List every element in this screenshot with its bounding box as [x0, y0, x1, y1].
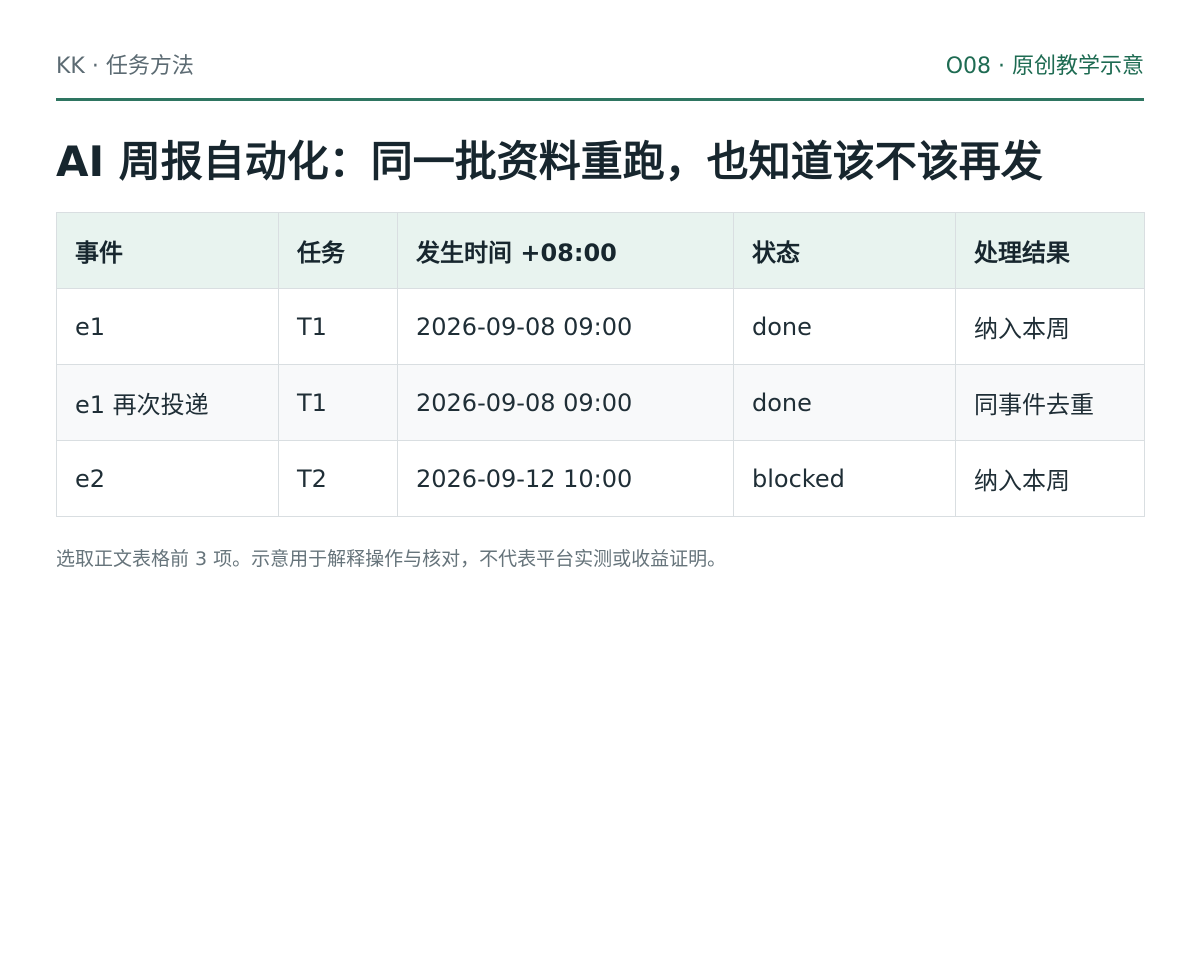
cell-result: 纳入本周: [955, 440, 1145, 517]
table-row: e1 T1 2026-09-08 09:00 done 纳入本周: [56, 288, 1145, 365]
cell-result: 同事件去重: [955, 364, 1145, 441]
table-row: e1 再次投递 T1 2026-09-08 09:00 done 同事件去重: [56, 364, 1145, 441]
cell-task: T1: [278, 288, 398, 365]
column-header-result: 处理结果: [955, 212, 1145, 289]
footnote: 选取正文表格前 3 项。示意用于解释操作与核对，不代表平台实测或收益证明。: [56, 548, 727, 570]
cell-time: 2026-09-12 10:00: [397, 440, 734, 517]
cell-status: done: [733, 364, 956, 441]
cell-task: T1: [278, 364, 398, 441]
table-header-row: 事件 任务 发生时间 +08:00 状态 处理结果: [56, 212, 1145, 289]
column-header-task: 任务: [278, 212, 398, 289]
column-header-status: 状态: [733, 212, 956, 289]
page: KK · 任务方法 O08 · 原创教学示意 AI 周报自动化：同一批资料重跑，…: [0, 0, 1200, 960]
cell-task: T2: [278, 440, 398, 517]
cell-status: done: [733, 288, 956, 365]
page-title: AI 周报自动化：同一批资料重跑，也知道该不该再发: [56, 137, 1043, 186]
header-divider: [56, 98, 1144, 101]
table-row: e2 T2 2026-09-12 10:00 blocked 纳入本周: [56, 440, 1145, 517]
cell-status: blocked: [733, 440, 956, 517]
column-header-time: 发生时间 +08:00: [397, 212, 734, 289]
events-table: 事件 任务 发生时间 +08:00 状态 处理结果 e1 T1 2026-09-…: [56, 212, 1145, 517]
cell-result: 纳入本周: [955, 288, 1145, 365]
series-label: KK · 任务方法: [56, 54, 194, 79]
column-header-event: 事件: [56, 212, 279, 289]
cell-event: e1: [56, 288, 279, 365]
cell-time: 2026-09-08 09:00: [397, 288, 734, 365]
cell-time: 2026-09-08 09:00: [397, 364, 734, 441]
cell-event: e1 再次投递: [56, 364, 279, 441]
issue-label: O08 · 原创教学示意: [945, 54, 1144, 79]
cell-event: e2: [56, 440, 279, 517]
page-header: KK · 任务方法 O08 · 原创教学示意: [56, 44, 1144, 84]
